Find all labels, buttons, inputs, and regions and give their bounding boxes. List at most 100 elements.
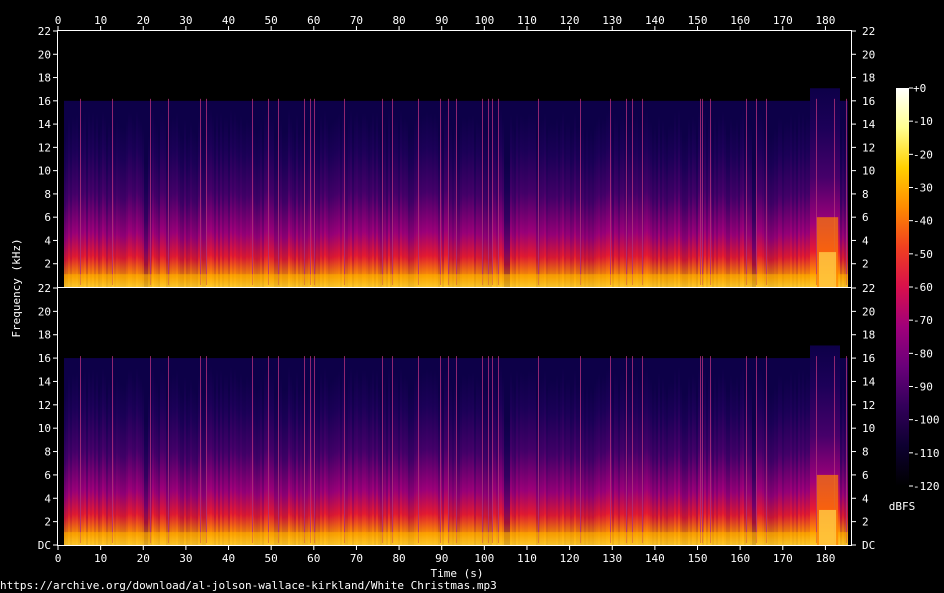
y-tick-label-right: 22 — [862, 25, 875, 38]
spectrum-column — [450, 382, 452, 545]
spectrum-column — [682, 394, 684, 545]
spectrum-column — [358, 377, 360, 545]
spectrum-column — [236, 119, 238, 287]
colorbar-tick-label: -10 — [913, 115, 933, 128]
spectrum-column — [196, 394, 198, 545]
spectrum-column — [762, 118, 764, 287]
spectrum-column — [676, 124, 678, 287]
spectrum-column — [690, 387, 692, 545]
spectrum-column — [346, 128, 348, 287]
spectrum-column — [298, 391, 300, 545]
spectrum-column — [582, 124, 584, 287]
spectrum-column — [196, 136, 198, 287]
spectrum-column — [230, 109, 232, 287]
spectrum-column — [532, 371, 534, 545]
spectrum-column — [84, 111, 86, 287]
transient-spike — [314, 98, 315, 286]
spectrum-column — [540, 121, 542, 287]
spectrum-column — [308, 122, 310, 287]
spectrum-column — [452, 391, 454, 545]
spectrum-column — [280, 120, 282, 287]
spectrum-column — [164, 373, 166, 545]
transient-spike — [580, 356, 581, 543]
spectrum-column — [776, 388, 778, 545]
y-tick-label-right: 18 — [862, 329, 875, 342]
colorbar-tick-label: -80 — [913, 347, 933, 360]
spectrum-column — [162, 112, 164, 287]
spectrum-column — [706, 130, 708, 287]
spectrum-column — [422, 115, 424, 287]
spectrum-column — [790, 113, 792, 287]
transient-spike — [448, 98, 449, 286]
x-tick-label-top: 0 — [55, 14, 62, 27]
spectrum-column — [542, 120, 544, 287]
spectrum-column — [712, 392, 714, 545]
spectrum-column — [512, 125, 514, 287]
spectrum-column — [234, 111, 236, 287]
spectrum-column — [748, 122, 750, 287]
spectrum-column — [390, 133, 392, 287]
spectrum-column — [608, 367, 610, 545]
spectrum-column — [550, 122, 552, 287]
spectrum-column — [378, 129, 380, 287]
spectrum-column — [322, 125, 324, 287]
spectrum-column — [454, 381, 456, 545]
spectrum-column — [210, 366, 212, 545]
spectrum-column — [648, 374, 650, 545]
spectrum-column — [608, 110, 610, 287]
spectrum-column — [366, 118, 368, 287]
spectrum-column — [620, 373, 622, 545]
x-tick-label-bottom: 170 — [773, 552, 793, 565]
spectrum-column — [378, 386, 380, 545]
spectrum-column — [246, 376, 248, 545]
x-tick-label-top: 10 — [94, 14, 107, 27]
spectrum-column — [372, 112, 374, 287]
transient-spike — [206, 356, 207, 543]
y-tick-label-left: 10 — [38, 422, 51, 435]
spectrum-column — [790, 370, 792, 545]
spectrum-column — [152, 109, 154, 287]
spectrum-column — [564, 386, 566, 545]
spectrum-column — [98, 134, 100, 287]
spectrum-column — [298, 134, 300, 287]
spectrum-column — [496, 384, 498, 545]
spectrum-column — [148, 136, 150, 287]
spectrum-column — [292, 126, 294, 287]
x-tick-label-bottom: 30 — [179, 552, 192, 565]
spectrum-column — [290, 118, 292, 287]
transient-spike — [816, 356, 817, 543]
spectrum-column — [760, 112, 762, 287]
transient-spike — [440, 356, 441, 543]
spectrum-column — [838, 345, 840, 545]
spectrum-column — [742, 366, 744, 545]
spectrum-column — [480, 381, 482, 545]
spectrum-column — [652, 390, 654, 545]
spectrum-column — [522, 373, 524, 545]
spectrum-column — [214, 388, 216, 545]
spectrum-column — [796, 388, 798, 545]
spectrum-column — [460, 124, 462, 287]
spectrum-column — [256, 132, 258, 287]
transient-spike — [440, 98, 441, 286]
spectrum-column — [708, 114, 710, 287]
spectrum-column — [844, 134, 846, 287]
spectrum-column — [774, 385, 776, 545]
transient-spike — [846, 98, 847, 286]
spectrum-column — [462, 374, 464, 545]
spectrum-column — [796, 131, 798, 287]
spectrum-column — [624, 121, 626, 287]
spectrum-column — [842, 121, 844, 287]
spectrum-column — [770, 394, 772, 545]
spectrum-column — [426, 368, 428, 545]
spectrum-column — [660, 136, 662, 287]
x-tick-label-top: 80 — [392, 14, 405, 27]
spectrum-column — [324, 367, 326, 545]
spectrum-column — [576, 127, 578, 287]
spectrum-column — [548, 125, 550, 287]
transient-spike — [492, 356, 493, 543]
spectrum-column — [714, 116, 716, 287]
spectrum-column — [182, 395, 184, 545]
transient-spike — [268, 356, 269, 543]
transient-spike — [112, 98, 113, 286]
spectrum-column — [698, 369, 700, 545]
